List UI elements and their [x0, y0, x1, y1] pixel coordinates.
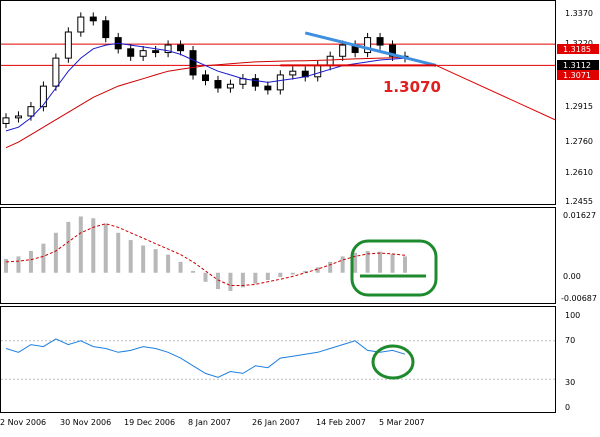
price-annotation: 1.3070 — [383, 78, 441, 96]
price-y-tick: 1.2915 — [565, 102, 593, 111]
macd-y-tick: -0.00687 — [561, 294, 597, 303]
rsi-y-tick: 70 — [565, 336, 575, 345]
macd-histogram-bar — [153, 249, 158, 273]
macd-histogram-bar — [265, 272, 270, 281]
macd-y-tick: 0.01627 — [563, 211, 596, 220]
candle-body — [102, 20, 110, 39]
macd-histogram-bar — [16, 256, 21, 273]
macd-histogram-bar — [78, 216, 83, 273]
price-y-tick: 1.2610 — [565, 168, 593, 177]
price-y-tick: 1.2760 — [565, 137, 593, 146]
candle-body — [326, 55, 334, 67]
macd-y-tick: 0.00 — [563, 272, 581, 281]
candle-body — [276, 74, 284, 91]
macd-histogram-bar — [141, 245, 146, 273]
macd-histogram-bar — [378, 251, 383, 273]
candle-body — [14, 115, 22, 119]
chart-window: 1.3370 1.3220 1.2915 1.2760 1.2610 1.245… — [0, 0, 600, 433]
candle-body — [314, 65, 322, 78]
macd-histogram-bar — [253, 272, 258, 284]
x-tick-label: 14 Feb 2007 — [316, 418, 366, 427]
x-axis: 2 Nov 2006 30 Nov 2006 19 Dec 2006 8 Jan… — [0, 418, 425, 427]
price-badge-3: 1.3071 — [557, 70, 599, 80]
chart-svg: 1.3370 1.3220 1.2915 1.2760 1.2610 1.245… — [0, 0, 600, 433]
candle-body — [339, 44, 347, 57]
macd-histogram-bar — [128, 240, 133, 273]
price-y-axis: 1.3370 1.3220 1.2915 1.2760 1.2610 1.245… — [565, 9, 593, 206]
macd-histogram-bar — [403, 256, 407, 273]
price-badge-1: 1.3185 — [557, 44, 599, 54]
candle-body — [139, 50, 147, 57]
candle-body — [177, 44, 185, 52]
candle-body — [202, 74, 209, 82]
price-badge-label: 1.3112 — [563, 61, 591, 70]
macd-histogram-bar — [116, 232, 121, 273]
candle-body — [226, 83, 234, 89]
price-badge-2: 1.3112 — [557, 60, 599, 70]
macd-histogram-bar — [166, 254, 171, 273]
macd-histogram-bar — [353, 252, 358, 273]
price-badge-label: 1.3185 — [563, 45, 591, 54]
x-tick-label: 5 Mar 2007 — [379, 418, 425, 427]
macd-histogram-bar — [66, 221, 71, 273]
candle-body — [214, 80, 222, 89]
macd-histogram-bar — [203, 272, 208, 282]
macd-histogram-bar — [41, 243, 46, 273]
macd-histogram-bar — [278, 272, 283, 278]
macd-histogram-bar — [4, 258, 8, 273]
candle-body — [52, 57, 60, 87]
macd-histogram-bar — [103, 223, 108, 273]
macd-histogram-bar — [390, 253, 395, 273]
x-tick-label: 30 Nov 2006 — [60, 418, 111, 427]
candle-body — [127, 48, 135, 57]
rsi-y-tick: 30 — [565, 378, 575, 387]
price-y-tick: 1.2455 — [565, 197, 593, 206]
candle-body — [89, 16, 97, 22]
candle-body — [2, 117, 10, 124]
macd-histogram-bar — [290, 272, 295, 275]
candle-body — [152, 50, 160, 54]
candle-body — [39, 85, 47, 108]
candle-body — [27, 106, 35, 117]
candle-body — [189, 50, 197, 76]
rsi-y-tick: 100 — [565, 311, 580, 320]
macd-histogram-bar — [328, 261, 333, 273]
price-badge-label: 1.3071 — [563, 71, 591, 80]
rsi-y-tick: 0 — [565, 403, 570, 412]
candle-body — [376, 37, 384, 46]
macd-histogram-bar — [191, 270, 196, 273]
macd-histogram-bar — [178, 261, 183, 273]
candle-body — [289, 70, 297, 76]
x-tick-label: 19 Dec 2006 — [124, 418, 175, 427]
macd-histogram-bar — [28, 250, 33, 273]
x-tick-label: 2 Nov 2006 — [0, 418, 46, 427]
macd-histogram-bar — [53, 232, 58, 273]
candle-body — [264, 85, 272, 91]
macd-histogram-bar — [340, 256, 345, 273]
candle-body — [64, 31, 72, 59]
macd-histogram-bar — [228, 272, 233, 291]
x-tick-label: 8 Jan 2007 — [188, 418, 231, 427]
candle-body — [77, 16, 85, 33]
price-y-tick: 1.3370 — [565, 9, 593, 18]
x-tick-label: 26 Jan 2007 — [252, 418, 300, 427]
